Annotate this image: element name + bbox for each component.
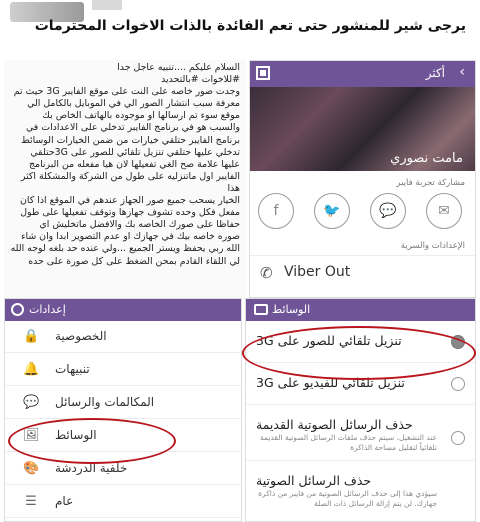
twitter-icon[interactable]: 🐦: [314, 193, 350, 229]
article-line: #للاخوات #بالتحديد: [161, 74, 240, 86]
facebook-icon[interactable]: f: [258, 193, 294, 229]
viber-more-titlebar: أكثر ‹: [250, 61, 475, 87]
media-setting-label: تنزيل تلقائي للصور على 3G: [256, 333, 402, 348]
list-icon: ☰: [25, 494, 37, 509]
message-icon[interactable]: 💬: [370, 193, 406, 229]
media-setting-label: حذف الرسائل الصوتية: [256, 473, 372, 488]
back-arrow-icon[interactable]: ‹: [459, 64, 465, 80]
article-line: صوره خاصه بيك في جهازك او عدم التصوير اب…: [21, 231, 240, 243]
settings-item-label: تنبيهات: [55, 362, 90, 376]
settings-item[interactable]: ☰ عام: [5, 486, 241, 518]
viber-more-title: أكثر: [425, 66, 445, 80]
article-line: السلام عليكم ....تنبيه عاجل جدا: [117, 62, 240, 73]
viber-out-label: Viber Out: [284, 264, 351, 280]
article-line: الفايبر اول ماتنزليه على طول من الشركة و…: [20, 170, 240, 194]
article-line: تدخلي عليها حتلقي تنزيل تلقائي للصور على…: [30, 146, 240, 158]
media-setting-item[interactable]: تنزيل تلقائي للصور على 3G: [246, 321, 475, 363]
article-line: معرفة سبب انتشار الصور الي في الموبايل ب…: [27, 98, 240, 110]
lock-icon: 🔒: [23, 329, 40, 344]
article-line: مفعل فكل وحده تشوف جهازها وتوقف تفعيلها …: [20, 207, 240, 219]
image-icon: 🖼: [23, 428, 40, 443]
media-setting-description: سيؤدي هذا إلى حذف الرسائل الصوتية من فاي…: [258, 489, 437, 508]
chat-icon: 💬: [23, 395, 40, 410]
article-line: الخيار يسحب جميع صور الجهاز عندهم في الم…: [20, 195, 240, 207]
article-line: الله ربي يحفظ ويستر الجميع ...ولي عنده ح…: [10, 243, 240, 255]
share-row: f 🐦 💬 ✉: [258, 193, 470, 237]
brush-icon: 🎨: [23, 461, 40, 476]
media-setting-label: تنزيل تلقائي للفيديو على 3G: [256, 375, 405, 390]
media-titlebar: الوسائط: [246, 299, 475, 321]
media-settings-screen: الوسائط تنزيل تلقائي للصور على 3G تنزيل ت…: [245, 298, 476, 522]
bell-icon: 🔔: [23, 362, 40, 377]
settings-item[interactable]: 🖼 الوسائط: [5, 420, 241, 452]
settings-item-label: الخصوصية: [55, 329, 107, 343]
settings-item[interactable]: 💬 المكالمات والرسائل: [5, 387, 241, 419]
viber-out-row[interactable]: ✆ Viber Out: [250, 255, 475, 289]
warning-article: السلام عليكم ....تنبيه عاجل جدا #للاخوات …: [4, 60, 246, 300]
article-line: عليها علامة صح الغي تفعيلها لان هيا مفعل…: [29, 158, 240, 170]
article-line: برنامج الفايبر حتلقي خيارات من ضمن الخيا…: [21, 134, 240, 146]
checkbox-checked-icon[interactable]: [451, 335, 465, 349]
profile-name: مامت نصوري: [390, 151, 463, 166]
post-header: يرجى شير للمنشور حتى تعم الفائدة بالذات …: [0, 0, 480, 58]
settings-item-label: المكالمات والرسائل: [55, 395, 155, 409]
settings-screen: إعدادات 🔒 الخصوصية 🔔 تنبيهات 💬 المكالمات والر…: [4, 298, 242, 522]
media-setting-description: عند التشغيل، سيتم حذف ملفات الرسائل الصو…: [260, 433, 437, 452]
phone-icon: ✆: [260, 264, 273, 282]
settings-titlebar: إعدادات: [5, 299, 241, 321]
settings-title: إعدادات: [29, 303, 66, 316]
settings-gear-icon: [11, 303, 24, 316]
viber-more-screen: أكثر ‹ مامت نصوري مشاركة تجربة فايبر f 🐦 💬…: [249, 60, 476, 298]
post-caption: يرجى شير للمنشور حتى تعم الفائدة بالذات …: [34, 18, 466, 34]
settings-item-label: خلفية الدردشة: [55, 461, 128, 475]
media-setting-item[interactable]: حذف الرسائل الصوتية القديمة عند التشغيل، …: [246, 405, 475, 461]
media-setting-item[interactable]: حذف الرسائل الصوتية سيؤدي هذا إلى حذف الر…: [246, 461, 475, 521]
settings-item-label: عام: [55, 494, 74, 508]
settings-section-label: الإعدادات والسرية: [400, 241, 465, 251]
settings-item[interactable]: 🔒 الخصوصية: [5, 321, 241, 353]
checkbox-icon[interactable]: [451, 431, 465, 445]
article-line: والسبب هو في برنامج الفايبر تدخلي على ال…: [25, 122, 240, 134]
share-label: مشاركة تجربة فايبر: [396, 178, 465, 188]
article-line: حفاظا على صورك الخاصه بك والافضل ماتخليش…: [39, 219, 240, 231]
media-image-icon: [254, 304, 268, 315]
settings-item-label: الوسائط: [55, 428, 97, 442]
article-line: موقع سوء تم ارسالها او موجوده بالهاتف ال…: [42, 110, 240, 122]
media-title: الوسائط: [272, 303, 311, 316]
article-line: وجدت صور خاصه على النت على موقع الفايبر …: [13, 86, 240, 98]
qr-code-icon[interactable]: [256, 66, 270, 80]
checkbox-icon[interactable]: [451, 377, 465, 391]
settings-item[interactable]: 🎨 خلفية الدردشة: [5, 453, 241, 485]
settings-item[interactable]: 🔔 تنبيهات: [5, 354, 241, 386]
media-setting-item[interactable]: تنزيل تلقائي للفيديو على 3G: [246, 363, 475, 405]
media-setting-label: حذف الرسائل الصوتية القديمة: [256, 417, 413, 432]
article-line: لي اللقاء القادم بمحن الضغط على كل صورة …: [28, 255, 240, 267]
page-logo-secondary: [92, 0, 122, 10]
email-icon[interactable]: ✉: [426, 193, 462, 229]
